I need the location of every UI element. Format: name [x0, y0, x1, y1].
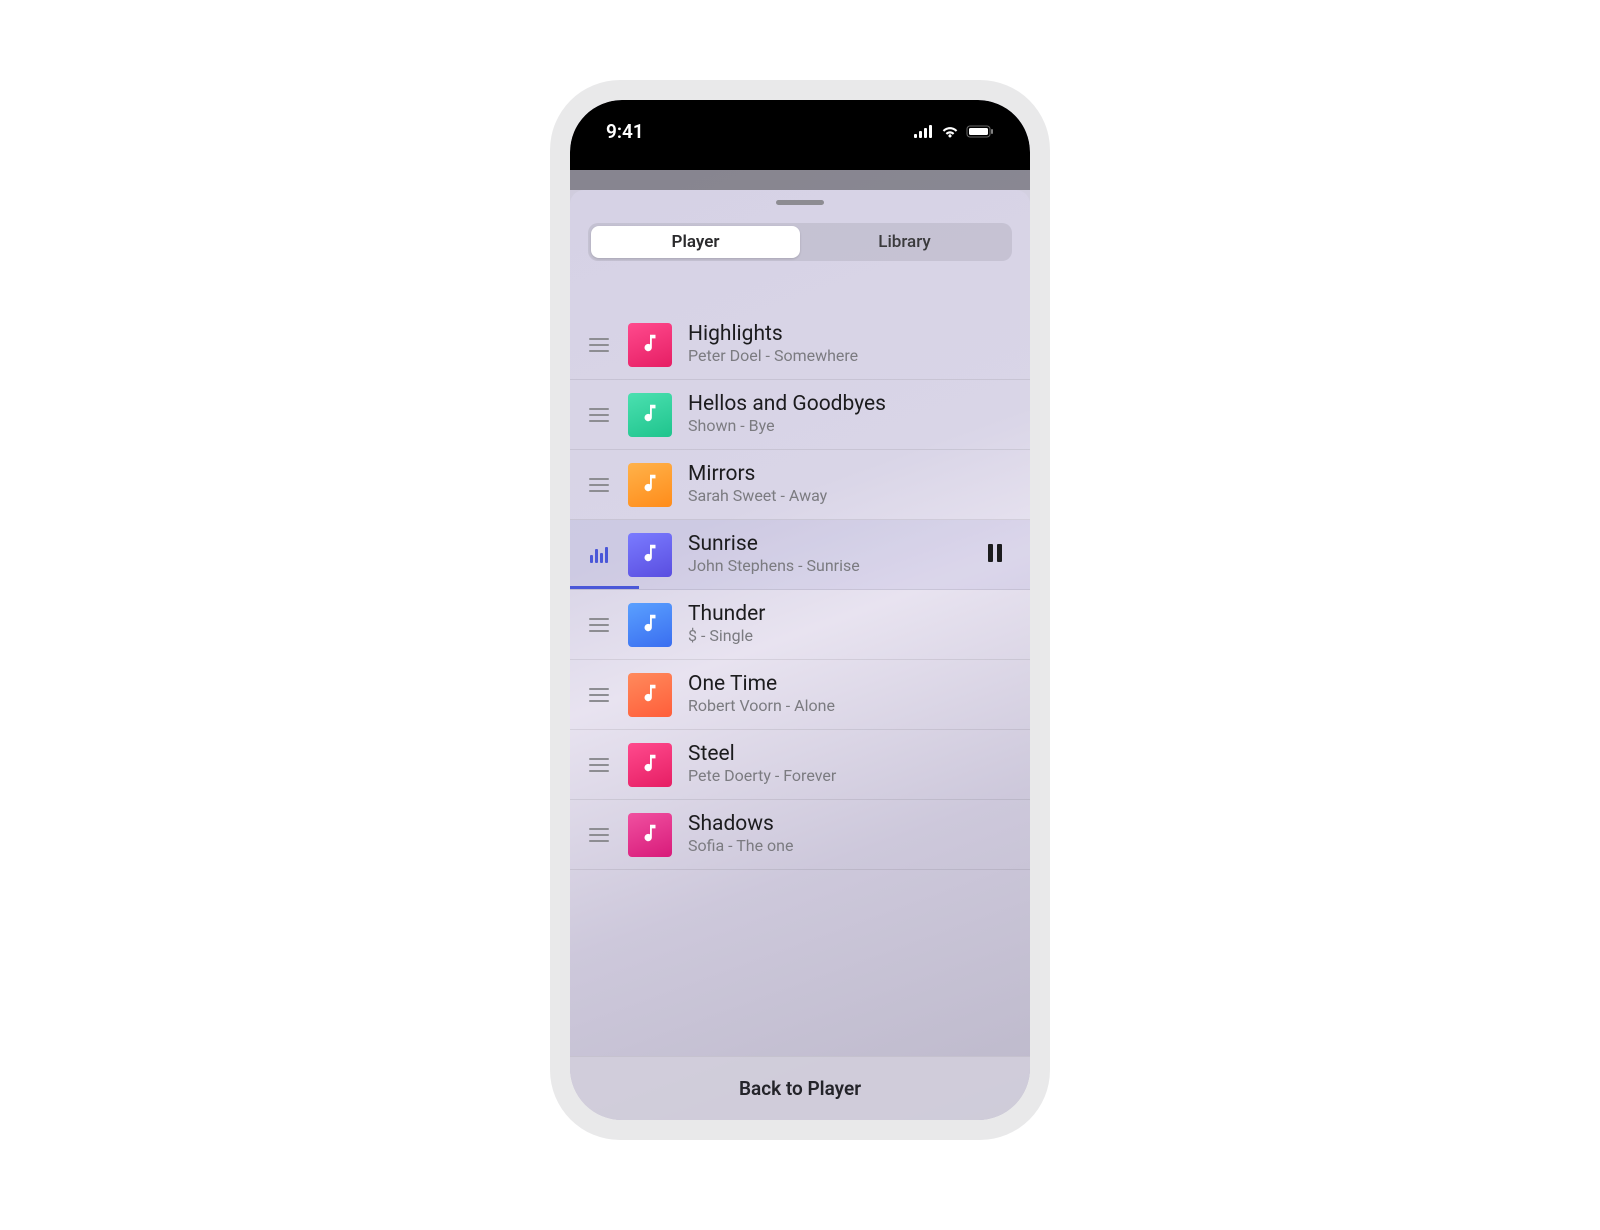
track-subtitle: Pete Doerty - Forever — [688, 766, 980, 787]
track-row[interactable]: Thunder$ - Single — [570, 590, 1030, 660]
track-artwork — [628, 393, 672, 437]
track-title: Thunder — [688, 602, 980, 626]
track-meta: Hellos and GoodbyesShown - Bye — [688, 392, 980, 437]
track-meta: SunriseJohn Stephens - Sunrise — [688, 532, 980, 577]
queue-list[interactable]: HighlightsPeter Doel - Somewhere Hellos a… — [570, 310, 1030, 1056]
music-note-icon — [639, 542, 661, 568]
music-note-icon — [639, 822, 661, 848]
track-title: Mirrors — [688, 462, 980, 486]
drag-handle-icon[interactable] — [588, 828, 610, 842]
sheet-grabber[interactable] — [776, 200, 824, 205]
back-to-player-label: Back to Player — [739, 1077, 861, 1100]
drag-handle-icon[interactable] — [588, 408, 610, 422]
queue-sheet: Player Library HighlightsPeter Doel - So… — [570, 190, 1030, 1120]
screen: 9:41 Player Library HighlightsPe — [570, 100, 1030, 1120]
track-subtitle: Robert Voorn - Alone — [688, 696, 980, 717]
cellular-icon — [914, 125, 934, 138]
drag-handle-icon[interactable] — [588, 618, 610, 632]
track-subtitle: Peter Doel - Somewhere — [688, 346, 980, 367]
track-row[interactable]: ShadowsSofia - The one — [570, 800, 1030, 870]
track-meta: One TimeRobert Voorn - Alone — [688, 672, 980, 717]
track-meta: ShadowsSofia - The one — [688, 812, 980, 857]
pause-icon — [987, 544, 1003, 566]
battery-icon — [966, 125, 994, 138]
segmented-control: Player Library — [588, 223, 1012, 261]
track-row[interactable]: One TimeRobert Voorn - Alone — [570, 660, 1030, 730]
drag-handle-icon[interactable] — [588, 478, 610, 492]
status-time: 9:41 — [606, 120, 644, 143]
back-to-player-button[interactable]: Back to Player — [570, 1056, 1030, 1120]
background-sheet-dim — [570, 170, 1030, 190]
drag-handle-icon[interactable] — [588, 688, 610, 702]
tab-player[interactable]: Player — [591, 226, 800, 258]
pause-button[interactable] — [980, 544, 1010, 566]
track-artwork — [628, 323, 672, 367]
tab-library[interactable]: Library — [800, 226, 1009, 258]
track-subtitle: $ - Single — [688, 626, 980, 647]
track-title: Sunrise — [688, 532, 980, 556]
track-row[interactable]: MirrorsSarah Sweet - Away — [570, 450, 1030, 520]
track-row[interactable]: SunriseJohn Stephens - Sunrise — [570, 520, 1030, 590]
now-playing-eq-icon — [588, 547, 610, 563]
status-bar: 9:41 — [570, 100, 1030, 170]
drag-handle-icon[interactable] — [588, 758, 610, 772]
track-artwork — [628, 673, 672, 717]
track-row[interactable]: Hellos and GoodbyesShown - Bye — [570, 380, 1030, 450]
track-meta: MirrorsSarah Sweet - Away — [688, 462, 980, 507]
music-note-icon — [639, 612, 661, 638]
track-title: Highlights — [688, 322, 980, 346]
track-artwork — [628, 463, 672, 507]
track-meta: SteelPete Doerty - Forever — [688, 742, 980, 787]
track-row[interactable]: SteelPete Doerty - Forever — [570, 730, 1030, 800]
device-frame: 9:41 Player Library HighlightsPe — [550, 80, 1050, 1140]
music-note-icon — [639, 332, 661, 358]
track-title: One Time — [688, 672, 980, 696]
wifi-icon — [940, 124, 960, 138]
track-artwork — [628, 813, 672, 857]
track-title: Shadows — [688, 812, 980, 836]
music-note-icon — [639, 752, 661, 778]
music-note-icon — [639, 402, 661, 428]
track-artwork — [628, 743, 672, 787]
track-subtitle: Sofia - The one — [688, 836, 980, 857]
track-progress-bar — [570, 586, 639, 589]
track-title: Steel — [688, 742, 980, 766]
track-meta: HighlightsPeter Doel - Somewhere — [688, 322, 980, 367]
track-meta: Thunder$ - Single — [688, 602, 980, 647]
track-subtitle: Shown - Bye — [688, 416, 980, 437]
status-indicators — [914, 124, 994, 138]
track-title: Hellos and Goodbyes — [688, 392, 980, 416]
drag-handle-icon[interactable] — [588, 338, 610, 352]
music-note-icon — [639, 472, 661, 498]
track-subtitle: Sarah Sweet - Away — [688, 486, 980, 507]
track-row[interactable]: HighlightsPeter Doel - Somewhere — [570, 310, 1030, 380]
track-artwork — [628, 533, 672, 577]
track-subtitle: John Stephens - Sunrise — [688, 556, 980, 577]
music-note-icon — [639, 682, 661, 708]
track-artwork — [628, 603, 672, 647]
